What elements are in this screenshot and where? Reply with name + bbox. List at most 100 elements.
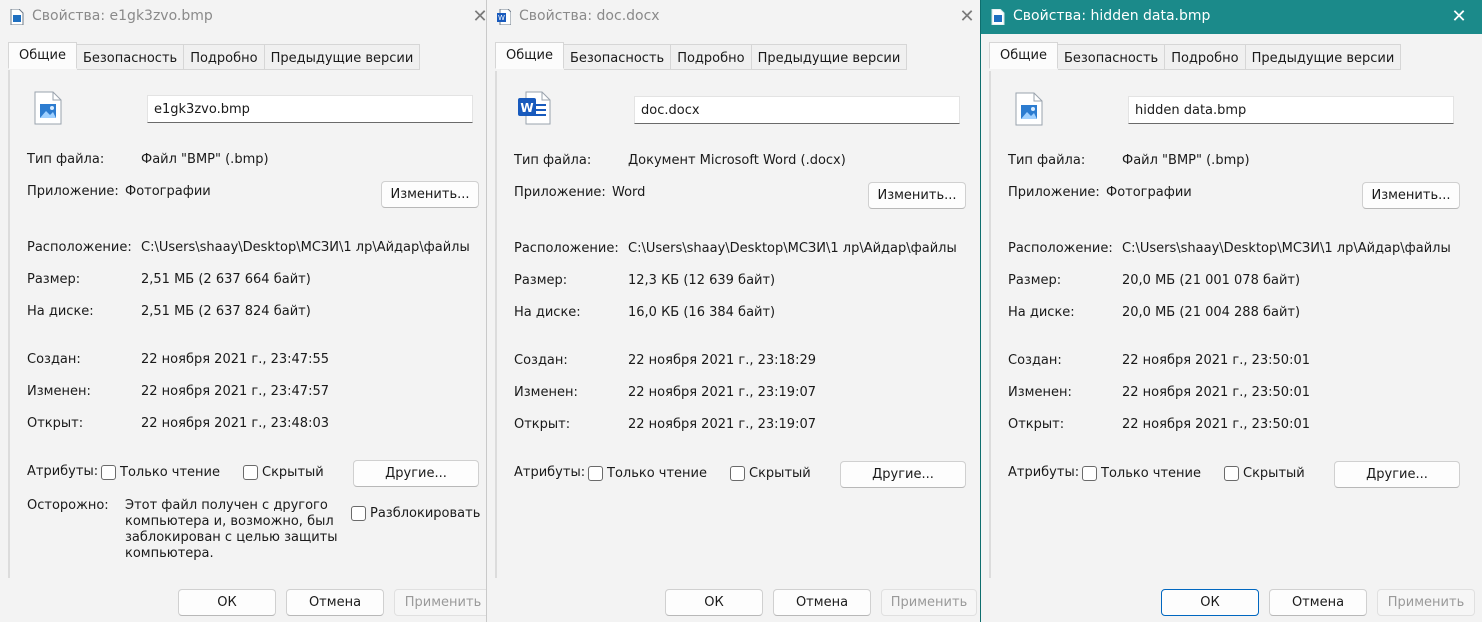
readonly-checkbox-label: Только чтение bbox=[1101, 466, 1202, 481]
apply-button[interactable]: Применить bbox=[1377, 589, 1475, 616]
checkbox-box[interactable] bbox=[1082, 466, 1097, 481]
ok-button[interactable]: ОК bbox=[1161, 589, 1259, 616]
title-bar[interactable]: Свойства: hidden data.bmp ✕ bbox=[981, 0, 1482, 34]
accessed-label: Открыт: bbox=[514, 417, 571, 432]
hidden-checkbox[interactable]: Скрытый bbox=[1224, 466, 1305, 481]
change-app-button[interactable]: Изменить... bbox=[381, 181, 479, 208]
hidden-checkbox-label: Скрытый bbox=[749, 466, 811, 481]
apply-button[interactable]: Применить bbox=[881, 589, 977, 616]
file-type-label: Тип файла: bbox=[514, 153, 592, 168]
location-value: C:\Users\shaay\Desktop\МСЗИ\1 лр\Айдар\ф… bbox=[628, 241, 957, 256]
title-bar[interactable]: W Свойства: doc.docx ✕ bbox=[487, 0, 980, 34]
tab-previous-versions[interactable]: Предыдущие версии bbox=[1245, 44, 1402, 70]
window-title: Свойства: hidden data.bmp bbox=[1013, 8, 1211, 24]
tab-security[interactable]: Безопасность bbox=[1057, 44, 1166, 70]
cancel-button[interactable]: Отмена bbox=[286, 589, 384, 616]
cancel-button[interactable]: Отмена bbox=[773, 589, 871, 616]
close-icon[interactable]: ✕ bbox=[1447, 5, 1471, 29]
tab-security[interactable]: Безопасность bbox=[563, 44, 672, 70]
general-panel: Тип файла: Файл "BMP" (.bmp) Приложение:… bbox=[989, 71, 1460, 578]
checkbox-box[interactable] bbox=[101, 465, 116, 480]
close-icon[interactable]: ✕ bbox=[468, 5, 486, 29]
location-label: Расположение: bbox=[514, 241, 619, 256]
other-attributes-button[interactable]: Другие... bbox=[353, 460, 479, 487]
tab-details[interactable]: Подробно bbox=[184, 44, 265, 70]
unblock-checkbox[interactable]: Разблокировать bbox=[351, 506, 480, 521]
file-type-label: Тип файла: bbox=[27, 152, 105, 167]
word-document-icon: W bbox=[497, 9, 511, 25]
tab-previous-versions[interactable]: Предыдущие версии bbox=[751, 44, 908, 70]
hidden-checkbox[interactable]: Скрытый bbox=[730, 466, 811, 481]
ok-button[interactable]: ОК bbox=[178, 589, 276, 616]
accessed-value: 22 ноября 2021 г., 23:48:03 bbox=[141, 416, 329, 431]
checkbox-box[interactable] bbox=[730, 466, 745, 481]
on-disk-value: 16,0 КБ (16 384 байт) bbox=[628, 305, 776, 320]
hidden-checkbox-label: Скрытый bbox=[262, 465, 324, 480]
file-name-input[interactable] bbox=[1128, 96, 1454, 124]
accessed-label: Открыт: bbox=[27, 416, 84, 431]
tab-general[interactable]: Общие bbox=[495, 42, 564, 69]
word-document-icon: W bbox=[518, 91, 551, 125]
ok-button[interactable]: ОК bbox=[665, 589, 763, 616]
modified-value: 22 ноября 2021 г., 23:47:57 bbox=[141, 384, 329, 399]
tab-details[interactable]: Подробно bbox=[1165, 44, 1246, 70]
tab-general[interactable]: Общие bbox=[8, 42, 77, 69]
modified-label: Изменен: bbox=[514, 385, 578, 400]
checkbox-box[interactable] bbox=[1224, 466, 1239, 481]
properties-window-hidden-data: Свойства: hidden data.bmp ✕ Общие Безопа… bbox=[980, 0, 1482, 622]
on-disk-label: На диске: bbox=[27, 304, 94, 319]
close-icon[interactable]: ✕ bbox=[955, 5, 979, 29]
on-disk-label: На диске: bbox=[514, 305, 581, 320]
tab-bar: Общие Безопасность Подробно Предыдущие в… bbox=[495, 42, 908, 70]
location-value: C:\Users\shaay\Desktop\МСЗИ\1 лр\Айдар\ф… bbox=[1122, 241, 1451, 256]
other-attributes-button[interactable]: Другие... bbox=[1334, 461, 1460, 488]
location-label: Расположение: bbox=[27, 240, 132, 255]
size-value: 2,51 МБ (2 637 664 байт) bbox=[141, 272, 311, 287]
hidden-checkbox[interactable]: Скрытый bbox=[243, 465, 324, 480]
file-properties-icon bbox=[10, 9, 24, 25]
title-bar[interactable]: Свойства: e1gk3zvo.bmp ✕ bbox=[0, 0, 486, 34]
location-value: C:\Users\shaay\Desktop\МСЗИ\1 лр\Айдар\ф… bbox=[141, 240, 470, 255]
checkbox-box[interactable] bbox=[351, 506, 366, 521]
readonly-checkbox[interactable]: Только чтение bbox=[101, 465, 220, 480]
accessed-value: 22 ноября 2021 г., 23:19:07 bbox=[628, 417, 816, 432]
other-attributes-button[interactable]: Другие... bbox=[840, 461, 966, 488]
tab-previous-versions[interactable]: Предыдущие версии bbox=[264, 44, 421, 70]
application-label: Приложение: bbox=[514, 185, 606, 200]
on-disk-value: 2,51 МБ (2 637 824 байт) bbox=[141, 304, 311, 319]
checkbox-box[interactable] bbox=[588, 466, 603, 481]
general-panel: Тип файла: Файл "BMP" (.bmp) Приложение:… bbox=[8, 70, 480, 578]
tab-security[interactable]: Безопасность bbox=[76, 44, 185, 70]
tab-general[interactable]: Общие bbox=[989, 42, 1058, 69]
accessed-value: 22 ноября 2021 г., 23:50:01 bbox=[1122, 417, 1310, 432]
application-label: Приложение: bbox=[27, 184, 119, 199]
modified-value: 22 ноября 2021 г., 23:50:01 bbox=[1122, 385, 1310, 400]
security-warning-text: Этот файл получен с другого компьютера и… bbox=[125, 498, 338, 561]
apply-button[interactable]: Применить bbox=[394, 589, 486, 616]
attributes-label: Атрибуты: bbox=[1008, 465, 1080, 480]
image-file-icon bbox=[34, 91, 62, 125]
hidden-checkbox-label: Скрытый bbox=[1243, 466, 1305, 481]
svg-text:W: W bbox=[520, 101, 533, 115]
cancel-button[interactable]: Отмена bbox=[1269, 589, 1367, 616]
file-name-input[interactable] bbox=[634, 96, 960, 124]
attributes-label: Атрибуты: bbox=[27, 464, 99, 479]
modified-label: Изменен: bbox=[1008, 385, 1072, 400]
readonly-checkbox[interactable]: Только чтение bbox=[1082, 466, 1201, 481]
readonly-checkbox[interactable]: Только чтение bbox=[588, 466, 707, 481]
created-value: 22 ноября 2021 г., 23:47:55 bbox=[141, 352, 329, 367]
application-label: Приложение: bbox=[1008, 185, 1100, 200]
file-name-input[interactable] bbox=[147, 95, 473, 123]
change-app-button[interactable]: Изменить... bbox=[1362, 182, 1460, 209]
file-properties-icon bbox=[991, 9, 1005, 25]
file-type-value: Файл "BMP" (.bmp) bbox=[141, 152, 269, 167]
tab-details[interactable]: Подробно bbox=[671, 44, 752, 70]
application-value: Фотографии bbox=[125, 184, 211, 199]
change-app-button[interactable]: Изменить... bbox=[868, 182, 966, 209]
checkbox-box[interactable] bbox=[243, 465, 258, 480]
image-file-icon bbox=[1015, 92, 1043, 126]
file-type-label: Тип файла: bbox=[1008, 153, 1086, 168]
application-value: Фотографии bbox=[1106, 185, 1192, 200]
window-title: Свойства: e1gk3zvo.bmp bbox=[32, 8, 213, 24]
tab-bar: Общие Безопасность Подробно Предыдущие в… bbox=[8, 42, 421, 70]
